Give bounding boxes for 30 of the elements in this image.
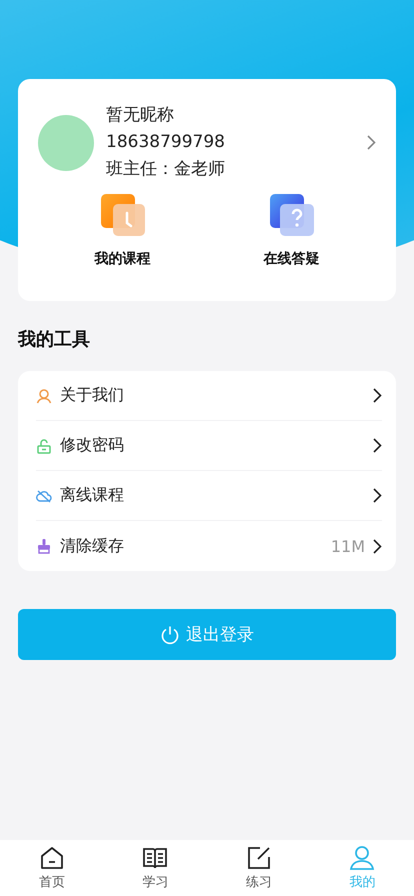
tab[interactable]: 练习 [207, 840, 310, 896]
tab[interactable]: 首页 [0, 840, 104, 896]
user-icon [349, 845, 376, 871]
cloud-off-icon [36, 488, 52, 504]
teacher-name: 班主任：金老师 [106, 159, 226, 180]
menu-item[interactable]: 修改密码 [60, 435, 365, 456]
chevron-icon [373, 488, 382, 503]
cache-size: 11M [330, 536, 365, 556]
menu-item[interactable]: 关于我们 [60, 385, 365, 406]
book-icon [142, 845, 168, 871]
menu-item[interactable]: 清除缓存 [60, 536, 323, 556]
phone-number: 18638799798 [106, 132, 226, 153]
menu-item[interactable]: 离线课程 [60, 485, 365, 506]
edit-icon [246, 845, 272, 871]
shortcut-button[interactable]: 我的课程 [38, 194, 207, 268]
person-icon [36, 388, 52, 404]
question-icon [270, 194, 314, 236]
nickname: 暂无昵称 [106, 105, 175, 126]
chevron-icon [373, 388, 382, 403]
tab[interactable]: 学习 [104, 840, 207, 896]
clock-icon [100, 194, 144, 236]
chevron-icon [373, 538, 382, 554]
section-title: 我的工具 [18, 328, 91, 351]
power-icon [160, 624, 180, 644]
shortcut-button[interactable]: 在线答疑 [207, 194, 376, 268]
home-icon [38, 845, 65, 871]
chevron-icon [373, 438, 382, 453]
unlock-icon [36, 438, 52, 454]
chevron-icon [367, 135, 376, 150]
broom-icon [36, 538, 52, 554]
